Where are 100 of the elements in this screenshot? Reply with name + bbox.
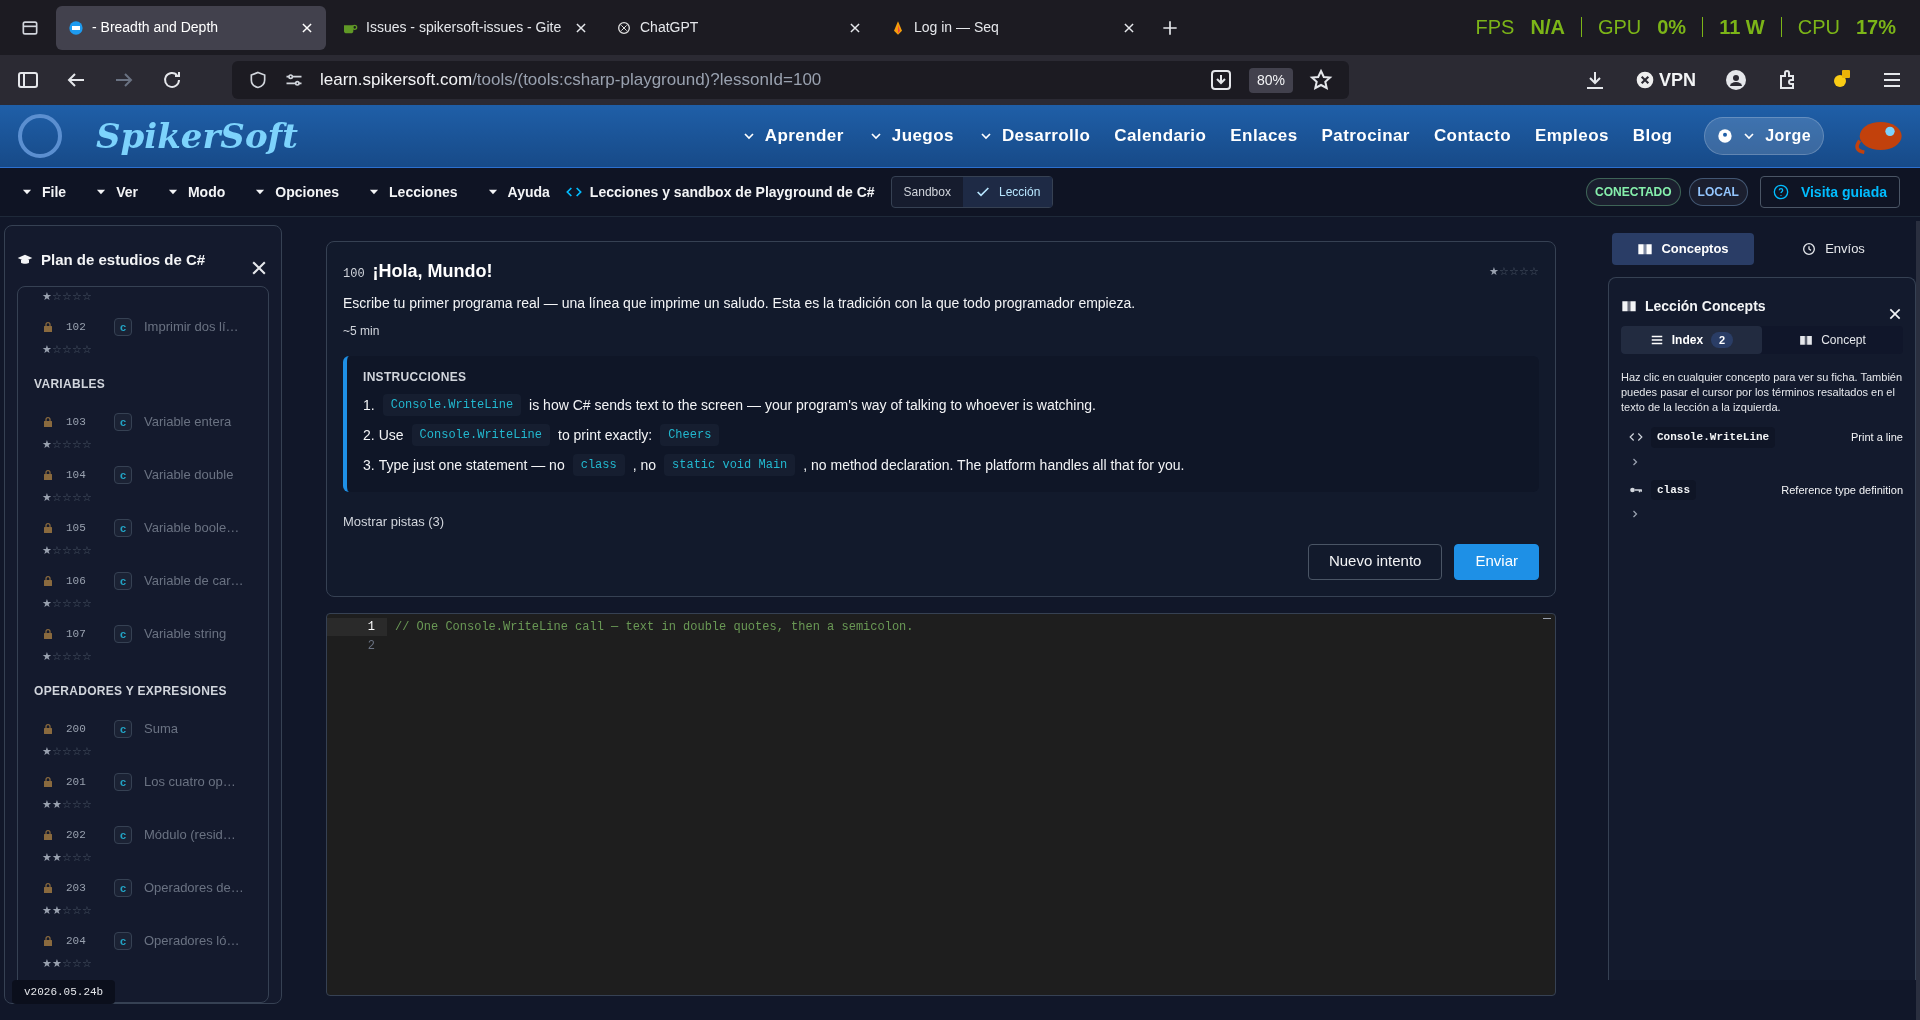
- star-rating: ★☆☆☆☆: [41, 649, 93, 664]
- concept-description: Reference type definition: [1781, 482, 1903, 498]
- duration-text: ~5 min: [343, 323, 381, 340]
- lesson-item[interactable]: 104 c Variable double: [34, 454, 252, 484]
- menu-button[interactable]: File: [20, 181, 67, 203]
- code-editor[interactable]: 1 // One Console.WriteLine call — text in double quotes, then a semicolon. 2: [326, 612, 1556, 996]
- overlay-value: 11 W: [1719, 15, 1765, 40]
- section-heading: OPERADORES Y EXPRESIONES: [34, 683, 228, 700]
- guided-tour-button[interactable]: Visita guiada: [1759, 176, 1900, 208]
- zoom-level[interactable]: 80%: [1248, 67, 1293, 93]
- language-tag: c: [114, 932, 132, 950]
- help-text: Haz clic en cualquier concepto para ver su ficha. También puedes pasar el cursor por los términos resaltados en el texto de la lección a la izquierda.: [1621, 370, 1903, 415]
- browser-tab[interactable]: - Breadth and Depth: [56, 5, 326, 50]
- show-hints-link[interactable]: Mostrar pistas (3): [343, 512, 445, 532]
- star-rating: ★☆☆☆☆: [41, 490, 93, 505]
- language-tag: c: [114, 572, 132, 590]
- star-rating: ★☆☆☆☆: [1489, 266, 1539, 277]
- user-menu-button[interactable]: Jorge: [1704, 117, 1824, 155]
- language-tag: c: [114, 879, 132, 897]
- code-comment: // One Console.WriteLine call — text in double quotes, then a semicolon.: [395, 619, 914, 636]
- lesson-item[interactable]: 103 c Variable entera: [34, 401, 252, 431]
- menu-button[interactable]: Ayuda: [485, 181, 550, 203]
- overlay-value: 17%: [1855, 15, 1896, 40]
- panel-subtab[interactable]: Concept: [1762, 326, 1903, 354]
- star-rating: ★★☆☆☆: [41, 797, 93, 812]
- status-badge: CONECTADO: [1586, 178, 1681, 206]
- sidebar-title: Plan de estudios de C#: [41, 249, 206, 270]
- lesson-item[interactable]: 106 c Variable de car…: [34, 560, 252, 590]
- nav-link[interactable]: Desarrollo: [977, 123, 1091, 149]
- language-tag: c: [114, 826, 132, 844]
- language-tag: c: [114, 413, 132, 431]
- lesson-number: 100: [343, 265, 365, 283]
- menu-button[interactable]: Ver: [94, 181, 138, 203]
- nav-link[interactable]: Empleos: [1535, 123, 1609, 149]
- lesson-item[interactable]: 203 c Operadores de…: [34, 867, 252, 897]
- lesson-title: ¡Hola, Mundo!: [372, 260, 493, 283]
- star-rating: ★☆☆☆☆: [41, 437, 93, 452]
- star-rating: ★☆☆☆☆: [41, 289, 93, 304]
- browser-tab[interactable]: Issues - spikersoft-issues - Gite: [330, 5, 600, 50]
- language-tag: c: [114, 720, 132, 738]
- nav-link[interactable]: Blog: [1632, 123, 1673, 149]
- language-tag: c: [114, 773, 132, 791]
- concept-description: Print a line: [1851, 430, 1903, 445]
- overlay-label: FPS: [1475, 15, 1515, 40]
- panel-tab[interactable]: Conceptos: [1612, 233, 1754, 265]
- nav-link[interactable]: Calendario: [1114, 123, 1207, 149]
- lesson-item[interactable]: 105 c Variable boole…: [34, 507, 252, 537]
- lesson-item[interactable]: 201 c Los cuatro op…: [34, 761, 252, 791]
- vpn-button[interactable]: VPN: [1635, 66, 1696, 94]
- concept-term[interactable]: Console.WriteLine: [1651, 427, 1776, 448]
- site-logo[interactable]: SpikerSoft: [96, 110, 298, 162]
- address-bar[interactable]: learn.spikersoft.com/tools/(tools:csharp-playground)?lessonId=100 80%: [232, 61, 1349, 99]
- nav-link[interactable]: Juegos: [867, 123, 954, 149]
- version-label: v2026.05.24b: [12, 979, 116, 1004]
- lesson-item[interactable]: 102 c Imprimir dos lí…: [34, 306, 252, 336]
- nav-link[interactable]: Contacto: [1433, 123, 1511, 149]
- lesson-item[interactable]: 204 c Operadores ló…: [34, 920, 252, 950]
- lesson-item[interactable]: 200 c Suma: [34, 708, 252, 738]
- star-rating: ★☆☆☆☆: [41, 543, 93, 558]
- panel-tab[interactable]: Envíos: [1762, 233, 1904, 265]
- menu-button[interactable]: Opciones: [253, 181, 340, 203]
- star-rating: ★☆☆☆☆: [41, 596, 93, 611]
- nav-link[interactable]: Aprender: [740, 123, 844, 149]
- lesson-item[interactable]: 202 c Módulo (resid…: [34, 814, 252, 844]
- section-heading: VARIABLES: [34, 376, 107, 393]
- menu-button[interactable]: Modo: [165, 181, 226, 203]
- count-badge: 2: [1711, 331, 1734, 349]
- mode-toggle[interactable]: Sandbox: [891, 177, 963, 207]
- language-tag: c: [114, 466, 132, 484]
- instruction-text: 2. Use Console.WriteLine to print exactly: Cheers: [363, 420, 1523, 450]
- status-badge: LOCAL: [1688, 178, 1748, 206]
- star-rating: ★☆☆☆☆: [41, 744, 93, 759]
- line-number: 2: [366, 638, 376, 655]
- language-tag: c: [114, 519, 132, 537]
- lesson-item[interactable]: 107 c Variable string: [34, 613, 252, 643]
- star-rating: ★★☆☆☆: [41, 850, 93, 865]
- overlay-value: 0%: [1657, 15, 1687, 40]
- overlay-label: GPU: [1597, 15, 1642, 40]
- panel-subtab[interactable]: Index 2: [1621, 326, 1762, 354]
- concept-term[interactable]: class: [1651, 479, 1696, 500]
- browser-tab[interactable]: Log in — Seq: [878, 5, 1148, 50]
- browser-tab[interactable]: ChatGPT: [604, 5, 874, 50]
- star-rating: ★★☆☆☆: [41, 956, 93, 971]
- menu-button[interactable]: Lecciones: [367, 181, 458, 203]
- instructions-heading: INSTRUCCIONES: [363, 369, 468, 386]
- nav-link[interactable]: Patrocinar: [1321, 123, 1410, 149]
- line-number: 1: [327, 618, 387, 636]
- instruction-text: 1. Console.WriteLine is how C# sends text to the screen — your program's way of talking to whoever is watching.: [363, 390, 1523, 420]
- panel-title: Lección Concepts: [1645, 296, 1766, 316]
- overlay-label: CPU: [1797, 15, 1840, 40]
- star-rating: ★☆☆☆☆: [41, 342, 93, 357]
- lesson-description: Escribe tu primer programa real — una línea que imprime un saludo. Esta es la tradición con la que todo programador empieza.: [343, 294, 1137, 313]
- mode-toggle[interactable]: Lección: [962, 177, 1053, 207]
- toolbar-title: Lecciones y sandbox de Playground de C#: [589, 182, 875, 202]
- nav-link[interactable]: Enlaces: [1230, 123, 1298, 149]
- language-tag: c: [114, 625, 132, 643]
- overlay-value: N/A: [1530, 15, 1565, 40]
- star-rating: ★★☆☆☆: [41, 903, 93, 918]
- instruction-text: 3. Type just one statement — no class , no static void Main , no method declaration. The platform handles all that for you.: [363, 450, 1523, 480]
- retry-button[interactable]: Nuevo intento: [1307, 543, 1443, 580]
